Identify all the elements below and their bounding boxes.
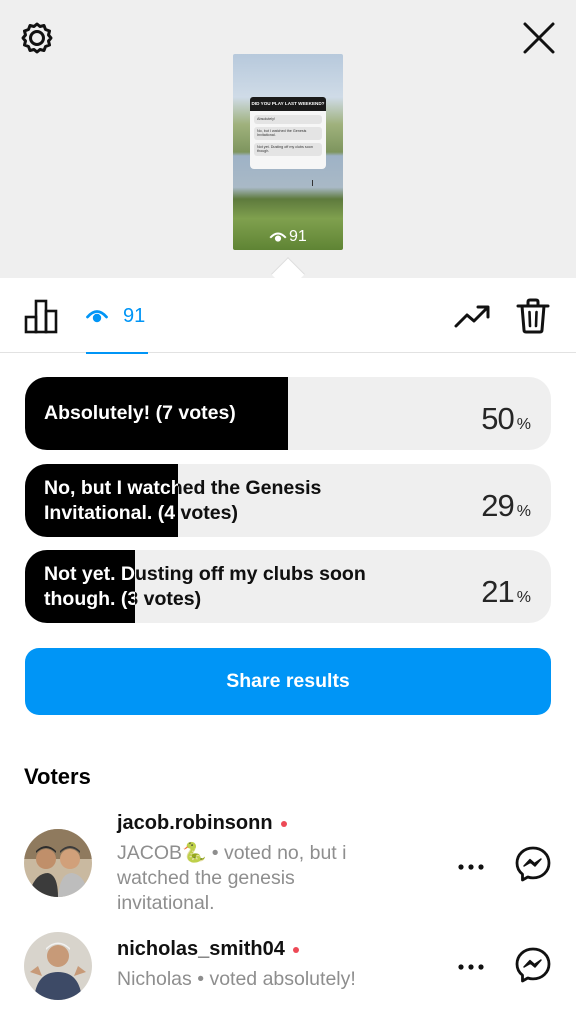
tab-viewers[interactable]: 91 bbox=[86, 278, 148, 354]
golf-flag bbox=[312, 180, 316, 186]
voter-row[interactable]: nicholas_smith04 Nicholas • voted absolu… bbox=[24, 932, 554, 1018]
messenger-icon[interactable] bbox=[514, 946, 552, 984]
online-dot-icon bbox=[280, 820, 287, 827]
eye-icon bbox=[269, 232, 287, 242]
poll-option-percent: 21% bbox=[481, 574, 531, 610]
messenger-icon[interactable] bbox=[514, 845, 552, 883]
voter-vote-detail: Nicholas • voted absolutely! bbox=[117, 967, 437, 992]
poll-percent-sign: % bbox=[516, 589, 531, 606]
poll-option-percent: 50% bbox=[481, 401, 531, 437]
trash-icon[interactable] bbox=[516, 298, 550, 334]
poll-option-text: Absolutely! (7 votes) bbox=[44, 402, 236, 424]
voter-username-text: jacob.robinsonn bbox=[117, 812, 273, 834]
poll-option-text: Not yet. Dusting off my clubs soon bbox=[44, 562, 366, 585]
voter-username-text: nicholas_smith04 bbox=[117, 938, 285, 960]
poll-option-percent: 29% bbox=[481, 488, 531, 524]
bar-chart-icon[interactable] bbox=[24, 297, 62, 335]
voter-row[interactable]: jacob.robinsonn JACOB🐍 • voted no, but i… bbox=[24, 812, 554, 922]
active-tab-indicator bbox=[86, 352, 148, 354]
gear-icon[interactable] bbox=[19, 20, 55, 56]
poll-option-label: No, but I watched the Genesis Invitation… bbox=[44, 464, 424, 537]
story-view-count: 91 bbox=[269, 228, 307, 246]
eye-icon bbox=[86, 310, 108, 323]
avatar[interactable] bbox=[24, 829, 92, 897]
story-thumbnail[interactable]: DID YOU PLAY LAST WEEKEND? Absolutely! N… bbox=[233, 54, 343, 250]
voter-username[interactable]: nicholas_smith04 bbox=[117, 938, 299, 961]
poll-option-label: Not yet. Dusting off my clubs soon thoug… bbox=[44, 550, 424, 623]
poll-option-text: Invitational. (4 votes) bbox=[44, 501, 238, 524]
story-poll-option: Absolutely! bbox=[254, 115, 322, 124]
story-poll-card: Absolutely! No, but I watched the Genesi… bbox=[250, 111, 326, 169]
voter-vote-detail: JACOB🐍 • voted no, but i watched the gen… bbox=[117, 841, 407, 916]
more-horizontal-icon[interactable] bbox=[456, 959, 486, 970]
poll-option-label: Absolutely! (7 votes) bbox=[44, 377, 424, 450]
avatar[interactable] bbox=[24, 932, 92, 1000]
poll-result-option-2: No, but I watched the Genesis Invitation… bbox=[25, 464, 551, 537]
close-icon[interactable] bbox=[521, 20, 557, 56]
story-poll-option: No, but I watched the Genesis Invitation… bbox=[254, 126, 322, 140]
story-poll-question: DID YOU PLAY LAST WEEKEND? bbox=[250, 97, 326, 111]
story-preview-area: DID YOU PLAY LAST WEEKEND? Absolutely! N… bbox=[0, 0, 576, 291]
share-results-button[interactable]: Share results bbox=[25, 648, 551, 715]
poll-percent-value: 21 bbox=[481, 574, 514, 609]
story-poll-option: Not yet. Dusting off my clubs soon thoug… bbox=[254, 142, 322, 156]
poll-percent-sign: % bbox=[516, 416, 531, 433]
voter-vote-text: JACOB🐍 • voted no, but i bbox=[117, 842, 347, 864]
poll-result-option-1: Absolutely! (7 votes) 50% bbox=[25, 377, 551, 450]
poll-option-text: No, but I watched the Genesis bbox=[44, 476, 322, 499]
voters-heading: Voters bbox=[24, 764, 91, 789]
poll-option-text: though. (3 votes) bbox=[44, 587, 202, 610]
voter-vote-text: watched the genesis bbox=[117, 867, 295, 889]
online-dot-icon bbox=[292, 946, 299, 953]
voter-username[interactable]: jacob.robinsonn bbox=[117, 812, 287, 835]
trending-up-icon[interactable] bbox=[453, 302, 491, 332]
voter-vote-text: invitational. bbox=[117, 892, 215, 914]
story-view-count-number: 91 bbox=[289, 228, 307, 245]
more-horizontal-icon[interactable] bbox=[456, 859, 486, 870]
voter-vote-text: Nicholas • voted absolutely! bbox=[117, 968, 356, 990]
insight-tabs: 91 bbox=[0, 278, 576, 354]
poll-percent-sign: % bbox=[516, 503, 531, 520]
poll-result-option-3: Not yet. Dusting off my clubs soon thoug… bbox=[25, 550, 551, 623]
poll-percent-value: 50 bbox=[481, 401, 514, 436]
viewer-count: 91 bbox=[123, 305, 146, 327]
poll-percent-value: 29 bbox=[481, 488, 514, 523]
